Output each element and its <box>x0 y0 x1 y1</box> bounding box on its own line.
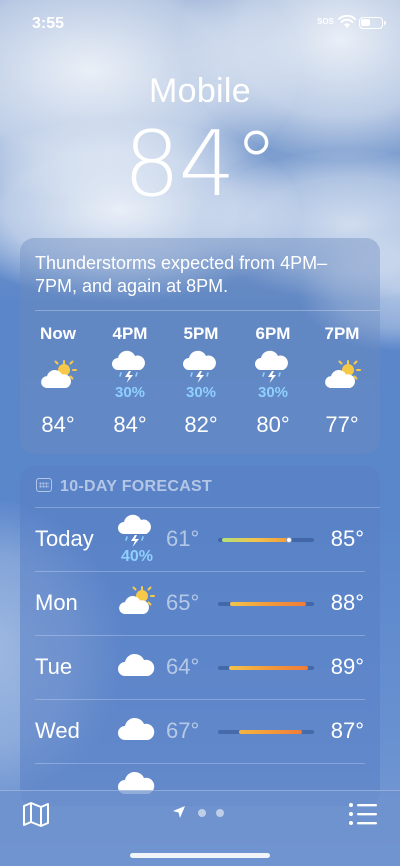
hour-label: 4PM <box>112 324 148 343</box>
location-arrow-icon <box>173 806 185 818</box>
temperature-range-fill <box>228 666 309 670</box>
thunderstorm-icon <box>171 350 231 384</box>
partly-sunny-icon <box>312 358 372 392</box>
low-temperature: 61° <box>166 526 200 551</box>
cloud-icon <box>116 712 156 752</box>
hourly-item: 7PM 77° <box>312 324 372 437</box>
current-temperature: 84° <box>123 112 279 217</box>
hour-temperature: 84° <box>113 412 147 437</box>
home-indicator[interactable] <box>130 853 270 858</box>
current-temperature-dot <box>286 537 293 543</box>
temperature-range-bar <box>218 666 314 670</box>
ten-day-header-label: 10-DAY FORECAST <box>60 478 213 495</box>
hourly-item: 5PM 30% 82° <box>171 324 231 437</box>
day-label: Today <box>35 526 94 551</box>
forecast-row[interactable]: Mon 65° 88° <box>20 572 380 636</box>
high-temperature: 88° <box>330 590 364 615</box>
precipitation-chance: 30% <box>185 384 217 401</box>
low-temperature: 64° <box>166 654 200 679</box>
bottom-toolbar <box>0 790 400 866</box>
ten-day-header: 10-DAY FORECAST <box>36 478 212 496</box>
forecast-row[interactable]: Wed 67° 87° <box>20 700 380 764</box>
divider <box>35 310 380 311</box>
high-temperature: 87° <box>330 718 364 743</box>
battery-icon <box>359 17 386 29</box>
sos-indicator: SOS <box>317 17 334 26</box>
wifi-icon <box>338 15 356 28</box>
partly-sunny-icon <box>116 584 156 624</box>
forecast-row[interactable]: Today 40% 61° 85° <box>20 508 380 572</box>
temperature-range-fill <box>221 538 290 542</box>
ten-day-forecast-card[interactable]: 10-DAY FORECAST Today 40% 61° 85° Mon 65… <box>20 466 380 806</box>
hour-temperature: 77° <box>325 412 359 437</box>
high-temperature: 89° <box>330 654 364 679</box>
temperature-range-fill <box>239 730 303 734</box>
map-icon[interactable] <box>22 801 50 827</box>
precipitation-chance: 30% <box>257 384 289 401</box>
thunderstorm-icon <box>100 350 160 384</box>
hourly-item: 4PM 30% 84° <box>100 324 160 437</box>
day-label: Mon <box>35 590 78 615</box>
precipitation-chance: 30% <box>114 384 146 401</box>
temperature-range-bar <box>218 730 314 734</box>
high-temperature: 85° <box>330 526 364 551</box>
temperature-range-bar <box>218 602 314 606</box>
hourly-item: Now 84° <box>28 324 88 437</box>
city-name: Mobile <box>149 72 251 110</box>
partly-sunny-icon <box>28 358 88 392</box>
thunderstorm-icon <box>243 350 303 384</box>
low-temperature: 65° <box>166 590 200 615</box>
hourly-forecast-card[interactable]: Thunderstorms expected from 4PM–7PM, and… <box>20 238 380 454</box>
hour-label: 6PM <box>255 324 291 343</box>
temperature-range-fill <box>230 602 307 606</box>
day-label: Tue <box>35 654 73 679</box>
cloud-icon <box>116 648 156 688</box>
hour-label: Now <box>40 324 76 343</box>
status-time: 3:55 <box>32 15 65 32</box>
page-dot <box>198 809 206 817</box>
low-temperature: 67° <box>166 718 200 743</box>
forecast-row[interactable]: Tue 64° 89° <box>20 636 380 700</box>
hour-temperature: 84° <box>41 412 75 437</box>
page-dot <box>216 809 224 817</box>
hour-temperature: 82° <box>184 412 218 437</box>
hour-temperature: 80° <box>256 412 290 437</box>
hourly-item: 6PM 30% 80° <box>243 324 303 437</box>
precipitation-chance: 40% <box>120 548 154 565</box>
forecast-summary: Thunderstorms expected from 4PM–7PM, and… <box>35 253 328 296</box>
list-icon[interactable] <box>348 801 378 827</box>
day-label: Wed <box>35 718 80 743</box>
status-bar: 3:55 SOS <box>0 0 400 48</box>
temperature-range-bar <box>218 537 314 543</box>
hour-label: 7PM <box>324 324 360 343</box>
hour-label: 5PM <box>183 324 219 343</box>
calendar-icon <box>36 478 52 492</box>
